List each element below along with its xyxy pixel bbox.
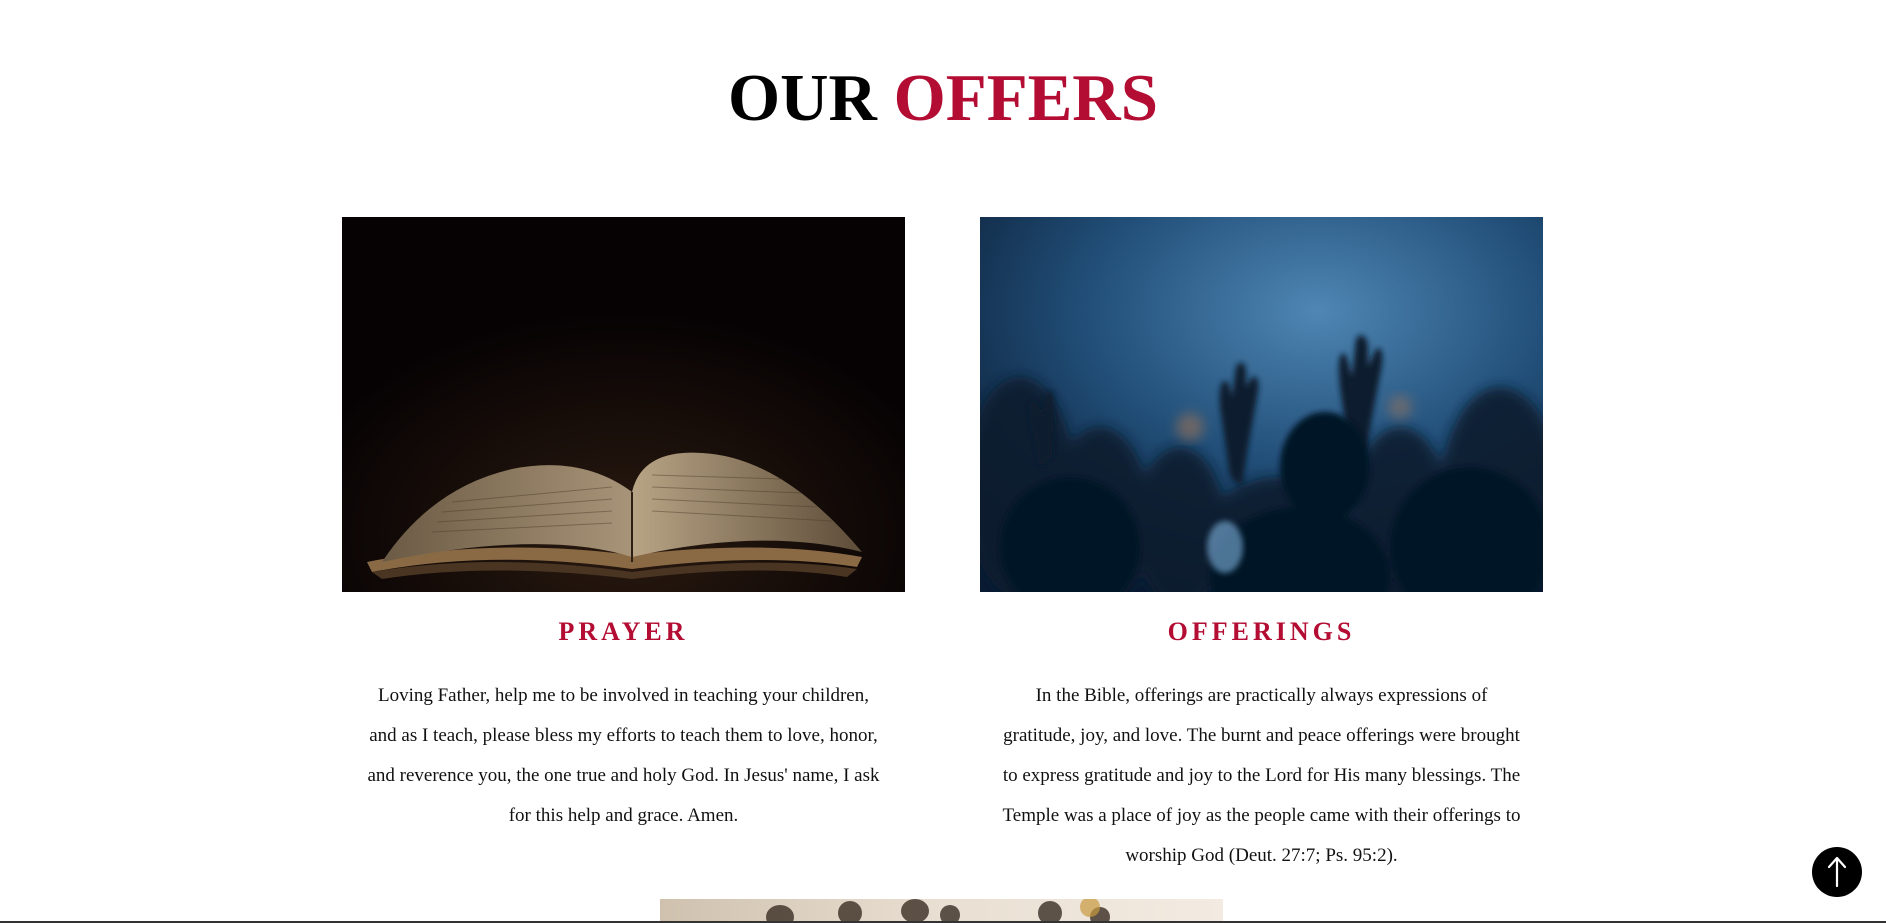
offerings-title: OFFERINGS bbox=[1167, 617, 1356, 646]
offers-page: OUR OFFERS PRAYER Loving Father, help me… bbox=[0, 0, 1886, 923]
offer-card-prayer: PRAYER Loving Father, help me to be invo… bbox=[342, 217, 905, 836]
prayer-text: Loving Father, help me to be involved in… bbox=[367, 685, 880, 826]
next-card-image bbox=[660, 899, 1223, 923]
prayer-title: PRAYER bbox=[558, 617, 689, 646]
offerings-text: In the Bible, offerings are practically … bbox=[1002, 685, 1521, 866]
offerings-image bbox=[980, 217, 1543, 592]
prayer-image bbox=[342, 217, 905, 592]
offer-card-offerings: OFFERINGS In the Bible, offerings are pr… bbox=[980, 217, 1543, 876]
heading-word-our: OUR bbox=[728, 61, 877, 135]
heading-word-offers: OFFERS bbox=[893, 61, 1158, 135]
section-heading: OUR OFFERS bbox=[0, 58, 1886, 138]
arrow-up-icon bbox=[1827, 856, 1847, 888]
scroll-to-top-button[interactable] bbox=[1812, 847, 1862, 897]
